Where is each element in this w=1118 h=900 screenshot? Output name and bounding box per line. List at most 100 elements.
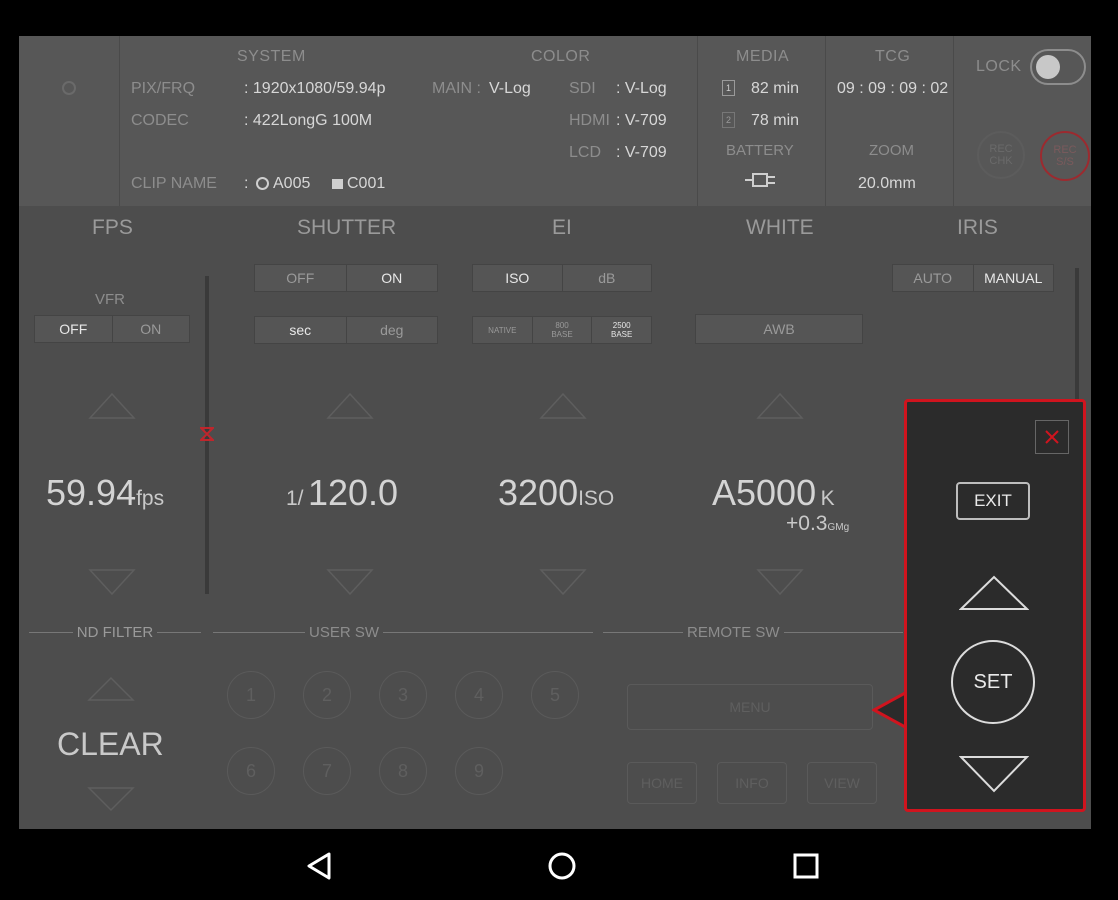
- shutter-heading: SHUTTER: [297, 216, 397, 239]
- fps-up-arrow[interactable]: [88, 392, 136, 425]
- ei-heading: EI: [552, 216, 572, 239]
- hdmi-value: : V-709: [616, 112, 667, 129]
- timecode-value: 09 : 09 : 09 : 02: [837, 80, 949, 97]
- ei-up-arrow[interactable]: [539, 392, 587, 425]
- sdi-value: : V-Log: [616, 80, 667, 97]
- white-offset-unit: GMg: [827, 522, 850, 533]
- white-up-arrow[interactable]: [756, 392, 804, 425]
- clip-icon: [332, 179, 343, 189]
- clip-value: C001: [347, 175, 386, 192]
- user-sw-button-1[interactable]: 1: [227, 671, 275, 719]
- iris-mode-toggle: AUTO MANUAL: [892, 264, 1054, 292]
- white-offset: +0.3GMg: [786, 512, 849, 536]
- shutter-sec-option[interactable]: sec: [255, 317, 347, 343]
- fps-down-arrow[interactable]: [88, 568, 136, 601]
- popup-up-arrow[interactable]: [958, 574, 1030, 617]
- recents-icon[interactable]: [792, 852, 820, 885]
- lock-label: LOCK: [976, 58, 1022, 75]
- remote-info-button[interactable]: INFO: [717, 762, 787, 804]
- white-down-arrow[interactable]: [756, 568, 804, 601]
- settings-dot-icon[interactable]: [62, 81, 76, 95]
- remote-menu-button[interactable]: MENU: [627, 684, 873, 730]
- shutter-on-option[interactable]: ON: [347, 265, 438, 291]
- nd-filter-divider: ND FILTER: [29, 624, 201, 641]
- popup-down-arrow[interactable]: [958, 754, 1030, 799]
- ei-db-option[interactable]: dB: [563, 265, 652, 291]
- vfr-label: VFR: [95, 291, 125, 308]
- ei-800-base: BASE: [551, 330, 573, 339]
- shutter-down-arrow[interactable]: [326, 568, 374, 601]
- shutter-up-arrow[interactable]: [326, 392, 374, 425]
- battery-label: BATTERY: [726, 142, 794, 159]
- ei-unit: ISO: [578, 487, 615, 510]
- status-panel: SYSTEM PIX/FRQ : 1920x1080/59.94p CODEC …: [19, 36, 1091, 206]
- lock-toggle[interactable]: [1030, 49, 1086, 85]
- nd-up-arrow[interactable]: [87, 676, 135, 707]
- slot1-remaining: 82 min: [751, 80, 800, 97]
- ei-2500-base: BASE: [611, 330, 633, 339]
- user-sw-button-5[interactable]: 5: [531, 671, 579, 719]
- white-number: A5000: [712, 472, 817, 513]
- iris-manual-option[interactable]: MANUAL: [974, 265, 1054, 291]
- dc-plug-icon: [743, 170, 779, 195]
- user-sw-button-7[interactable]: 7: [303, 747, 351, 795]
- tcg-heading: TCG: [875, 48, 911, 65]
- user-sw-button-3[interactable]: 3: [379, 671, 427, 719]
- rec-check-button[interactable]: REC CHK: [977, 131, 1025, 179]
- ei-base-toggle: NATIVE 800 BASE 2500 BASE: [472, 316, 652, 344]
- sd-slot1-icon: 1: [722, 80, 735, 96]
- pixfrq-value: : 1920x1080/59.94p: [244, 80, 386, 97]
- exit-button[interactable]: EXIT: [956, 482, 1030, 520]
- pixfrq-label: PIX/FRQ: [131, 80, 196, 97]
- iris-slider-track[interactable]: [1075, 268, 1079, 408]
- slot2-remaining: 78 min: [751, 112, 800, 129]
- shutter-deg-option[interactable]: deg: [347, 317, 438, 343]
- close-popup-button[interactable]: [1035, 420, 1069, 454]
- user-sw-button-6[interactable]: 6: [227, 747, 275, 795]
- ei-iso-option[interactable]: ISO: [473, 265, 563, 291]
- rec-ss-line2: S/S: [1056, 156, 1074, 168]
- remote-view-button[interactable]: VIEW: [807, 762, 877, 804]
- white-offset-value: +0.3: [786, 512, 828, 535]
- user-sw-button-8[interactable]: 8: [379, 747, 427, 795]
- codec-label: CODEC: [131, 112, 189, 129]
- media-heading: MEDIA: [736, 48, 790, 65]
- reel-value: A005: [273, 175, 311, 192]
- shutter-mode-toggle: sec deg: [254, 316, 438, 344]
- iris-auto-option[interactable]: AUTO: [893, 265, 974, 291]
- ei-native-option[interactable]: NATIVE: [473, 317, 533, 343]
- remote-home-button[interactable]: HOME: [627, 762, 697, 804]
- ei-800-base-option[interactable]: 800 BASE: [533, 317, 593, 343]
- color-heading: COLOR: [531, 48, 591, 65]
- shutter-off-option[interactable]: OFF: [255, 265, 347, 291]
- user-sw-button-2[interactable]: 2: [303, 671, 351, 719]
- home-icon[interactable]: [547, 851, 577, 886]
- set-button[interactable]: SET: [951, 640, 1035, 724]
- user-sw-button-9[interactable]: 9: [455, 747, 503, 795]
- nd-down-arrow[interactable]: [87, 786, 135, 817]
- vfr-toggle: OFF ON: [34, 315, 190, 343]
- user-sw-button-4[interactable]: 4: [455, 671, 503, 719]
- sd-slot2-icon: 2: [722, 112, 735, 128]
- remote-sw-divider: REMOTE SW: [603, 624, 903, 641]
- zoom-label: ZOOM: [869, 142, 914, 159]
- back-icon[interactable]: [305, 851, 333, 886]
- rec-check-line2: CHK: [989, 155, 1013, 167]
- white-heading: WHITE: [746, 216, 814, 239]
- ei-down-arrow[interactable]: [539, 568, 587, 601]
- ei-2500-base-option[interactable]: 2500 BASE: [592, 317, 651, 343]
- vfr-on-option[interactable]: ON: [113, 316, 190, 342]
- hdmi-label: HDMI: [569, 112, 610, 129]
- remote-sw-heading: REMOTE SW: [687, 624, 780, 641]
- zoom-value: 20.0mm: [858, 175, 916, 192]
- ei-number: 3200: [498, 472, 579, 513]
- awb-button[interactable]: AWB: [695, 314, 863, 344]
- codec-value: : 422LongG 100M: [244, 112, 373, 129]
- rec-check-line1: REC: [989, 143, 1013, 155]
- main-value: V-Log: [489, 80, 531, 97]
- white-unit: K: [820, 487, 835, 510]
- shutter-prefix: 1/: [286, 487, 304, 510]
- user-sw-divider: USER SW: [213, 624, 593, 641]
- rec-start-stop-button[interactable]: REC S/S: [1040, 131, 1090, 181]
- vfr-off-option[interactable]: OFF: [35, 316, 113, 342]
